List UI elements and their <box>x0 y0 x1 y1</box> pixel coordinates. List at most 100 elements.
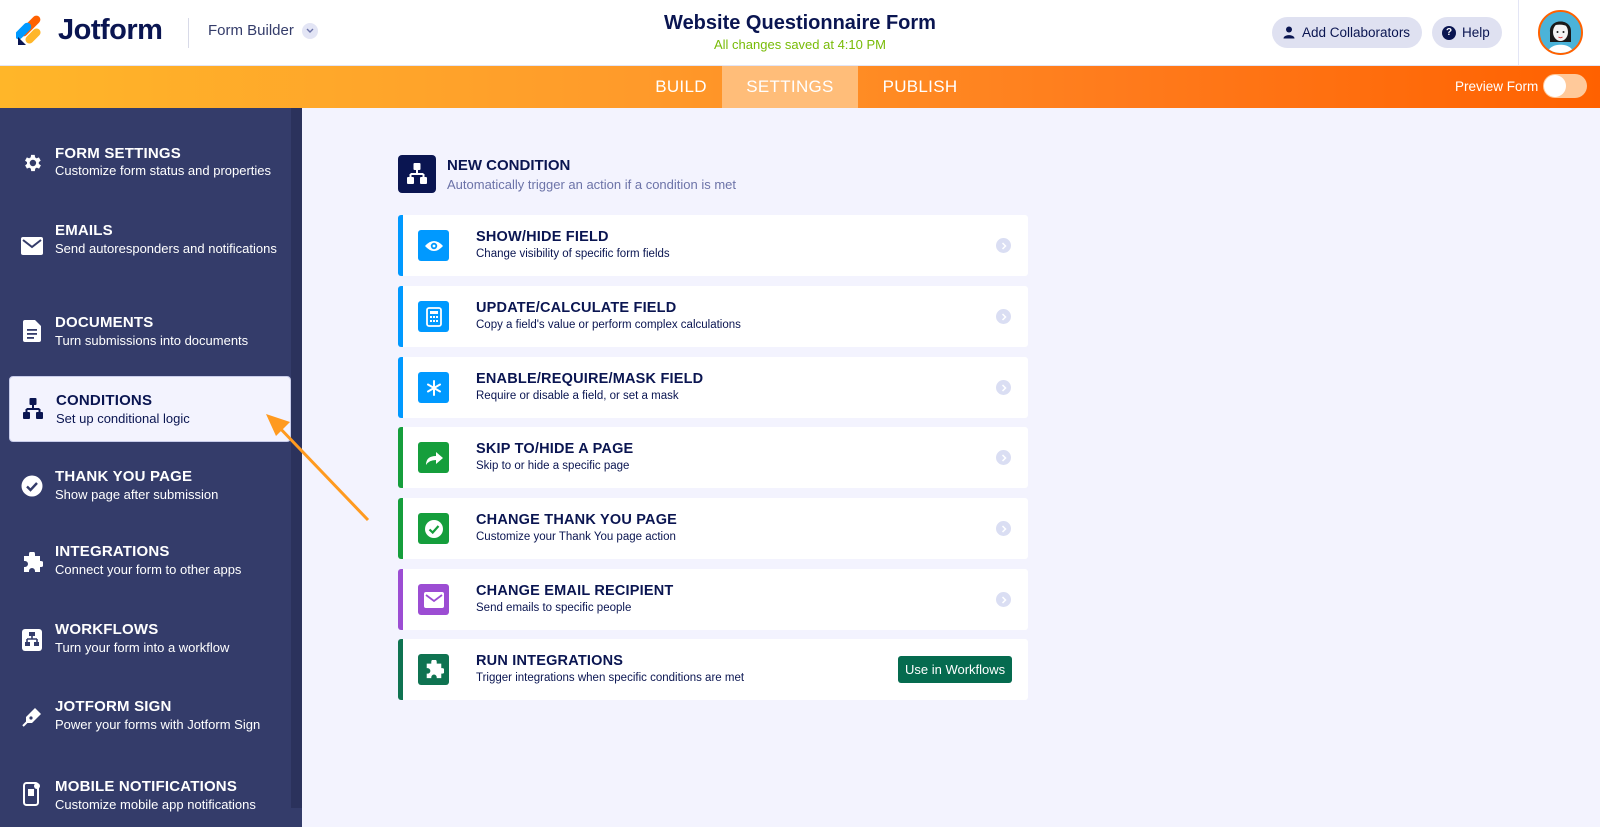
toggle-knob <box>1544 75 1566 97</box>
chevron-right-icon <box>996 450 1011 465</box>
sidebar-item-subtitle: Turn your form into a workflow <box>55 640 230 655</box>
chevron-right-icon <box>996 521 1011 536</box>
sidebar-item-jotform-sign[interactable]: JOTFORM SIGN Power your forms with Jotfo… <box>9 684 291 750</box>
tab-publish[interactable]: PUBLISH <box>858 66 982 108</box>
chevron-right-icon <box>996 380 1011 395</box>
sidebar-item-title: JOTFORM SIGN <box>55 698 172 715</box>
workflow-icon <box>21 629 43 651</box>
user-icon <box>1282 26 1296 40</box>
card-subtitle: Copy a field's value or perform complex … <box>476 319 741 331</box>
preview-form-toggle[interactable] <box>1543 74 1587 98</box>
condition-option-change-email-recipient[interactable]: CHANGE EMAIL RECIPIENT Send emails to sp… <box>398 569 1028 630</box>
condition-option-update-calculate-field[interactable]: UPDATE/CALCULATE FIELD Copy a field's va… <box>398 286 1028 347</box>
card-title: UPDATE/CALCULATE FIELD <box>476 300 677 316</box>
eye-icon <box>418 230 449 261</box>
card-subtitle: Trigger integrations when specific condi… <box>476 672 745 684</box>
use-in-workflows-button[interactable]: Use in Workflows <box>898 656 1013 683</box>
card-title: SHOW/HIDE FIELD <box>476 229 609 245</box>
condition-option-skip-hide-page[interactable]: SKIP TO/HIDE A PAGE Skip to or hide a sp… <box>398 427 1028 488</box>
mobile-icon <box>21 782 43 806</box>
form-builder-dropdown[interactable]: Form Builder <box>208 22 318 39</box>
new-condition-subtitle: Automatically trigger an action if a con… <box>447 177 737 192</box>
tab-settings[interactable]: SETTINGS <box>722 66 858 108</box>
add-collaborators-label: Add Collaborators <box>1302 25 1411 40</box>
puzzle-icon <box>418 654 449 685</box>
condition-option-change-thank-you-page[interactable]: CHANGE THANK YOU PAGE Customize your Tha… <box>398 498 1028 559</box>
chevron-right-icon <box>996 592 1011 607</box>
save-status: All changes saved at 4:10 PM <box>714 37 886 52</box>
chevron-right-icon <box>996 309 1011 324</box>
sidebar-item-form-settings[interactable]: FORM SETTINGS Customize form status and … <box>9 130 291 196</box>
help-label: Help <box>1462 25 1490 40</box>
card-subtitle: Send emails to specific people <box>476 602 632 614</box>
avatar[interactable] <box>1538 10 1583 55</box>
header-divider-right <box>1518 0 1519 66</box>
preview-form-label: Preview Form <box>1455 79 1539 94</box>
form-title[interactable]: Website Questionnaire Form <box>500 12 1100 35</box>
sidebar-item-thank-you-page[interactable]: THANK YOU PAGE Show page after submissio… <box>9 453 291 519</box>
sidebar-item-documents[interactable]: DOCUMENTS Turn submissions into document… <box>9 298 291 364</box>
sidebar-item-workflows[interactable]: WORKFLOWS Turn your form into a workflow <box>9 607 291 673</box>
card-title: RUN INTEGRATIONS <box>476 653 624 669</box>
sidebar-item-subtitle: Connect your form to other apps <box>55 562 242 577</box>
sidebar-item-subtitle: Power your forms with Jotform Sign <box>55 717 261 732</box>
check-icon <box>418 513 449 544</box>
sidebar-item-mobile-notifications[interactable]: MOBILE NOTIFICATIONS Customize mobile ap… <box>9 761 291 827</box>
card-title: ENABLE/REQUIRE/MASK FIELD <box>476 371 704 387</box>
header-divider <box>188 18 189 48</box>
sidebar-item-title: MOBILE NOTIFICATIONS <box>55 778 238 795</box>
sidebar-scrollbar[interactable] <box>291 108 302 808</box>
sidebar-item-title: CONDITIONS <box>56 392 153 409</box>
sidebar-item-subtitle: Turn submissions into documents <box>55 333 249 348</box>
sidebar-item-conditions[interactable]: CONDITIONS Set up conditional logic <box>9 376 291 442</box>
card-accent-bar <box>398 498 403 559</box>
hierarchy-icon <box>398 155 436 193</box>
condition-option-run-integrations[interactable]: RUN INTEGRATIONS Trigger integrations wh… <box>398 639 1028 700</box>
help-button[interactable]: ? Help <box>1432 17 1502 48</box>
sidebar-item-subtitle: Send autoresponders and notifications <box>55 241 277 256</box>
card-title: CHANGE THANK YOU PAGE <box>476 512 678 528</box>
share-arrow-icon <box>418 442 449 473</box>
card-title: SKIP TO/HIDE A PAGE <box>476 441 634 457</box>
envelope-icon <box>21 235 43 257</box>
jotform-logo-mark-icon <box>14 15 46 47</box>
sidebar-item-integrations[interactable]: INTEGRATIONS Connect your form to other … <box>9 530 291 596</box>
question-icon: ? <box>1442 25 1456 40</box>
sidebar-item-title: FORM SETTINGS <box>55 145 181 162</box>
card-accent-bar <box>398 215 403 276</box>
jotform-logo[interactable]: Jotform <box>14 14 163 47</box>
add-collaborators-button[interactable]: Add Collaborators <box>1272 17 1423 48</box>
card-accent-bar <box>398 286 403 347</box>
card-accent-bar <box>398 569 403 630</box>
condition-option-enable-require-mask-field[interactable]: ENABLE/REQUIRE/MASK FIELD Require or dis… <box>398 357 1028 418</box>
top-header: Jotform Form Builder Website Questionnai… <box>0 0 1600 66</box>
chevron-down-icon <box>301 22 318 39</box>
chevron-right-icon <box>996 238 1011 253</box>
form-title-block: Website Questionnaire Form All changes s… <box>500 12 1100 52</box>
asterisk-icon <box>418 372 449 403</box>
sidebar-item-subtitle: Show page after submission <box>55 487 219 502</box>
hierarchy-icon <box>22 398 44 420</box>
sidebar-item-emails[interactable]: EMAILS Send autoresponders and notificat… <box>9 210 291 282</box>
card-title: CHANGE EMAIL RECIPIENT <box>476 583 674 599</box>
sidebar-item-title: EMAILS <box>55 222 113 239</box>
logo-text: Jotform <box>58 14 163 46</box>
new-condition-title: NEW CONDITION <box>447 157 571 174</box>
sidebar-item-subtitle: Customize mobile app notifications <box>55 797 256 812</box>
calculator-icon <box>418 301 449 332</box>
main-tab-bar: BUILD SETTINGS PUBLISH Preview Form <box>0 66 1600 108</box>
card-accent-bar <box>398 427 403 488</box>
condition-option-show-hide-field[interactable]: SHOW/HIDE FIELD Change visibility of spe… <box>398 215 1028 276</box>
sidebar-item-title: WORKFLOWS <box>55 621 159 638</box>
puzzle-icon <box>21 552 43 574</box>
document-icon <box>21 320 43 342</box>
card-subtitle: Customize your Thank You page action <box>476 531 676 543</box>
card-subtitle: Require or disable a field, or set a mas… <box>476 390 679 402</box>
card-accent-bar <box>398 357 403 418</box>
card-subtitle: Skip to or hide a specific page <box>476 460 630 472</box>
sidebar-item-title: DOCUMENTS <box>55 314 154 331</box>
tab-build[interactable]: BUILD <box>640 66 722 108</box>
pen-icon <box>21 706 43 728</box>
sidebar-item-subtitle: Customize form status and properties <box>55 163 272 178</box>
sidebar-item-title: THANK YOU PAGE <box>55 468 193 485</box>
